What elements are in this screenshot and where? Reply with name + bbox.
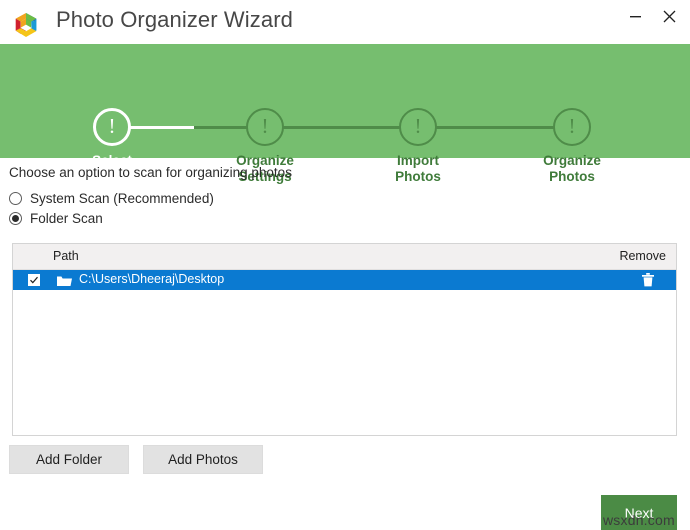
exclamation-glyph: ! [569, 116, 576, 137]
photo-organizer-wizard-window: Photo Organizer Wizard ! [0, 0, 690, 530]
wizard-stepper: ! Select Location ! Organize Settings ! … [0, 44, 690, 158]
radio-label-system-scan: System Scan (Recommended) [30, 191, 214, 206]
step-label-import-photos: Import Photos [343, 153, 493, 185]
window-controls [618, 0, 686, 32]
radio-option-folder-scan[interactable]: Folder Scan [9, 211, 103, 226]
exclamation-icon: ! [399, 108, 437, 146]
step-import-photos[interactable]: ! Import Photos [343, 108, 493, 185]
app-title: Photo Organizer Wizard [56, 7, 293, 33]
add-photos-button[interactable]: Add Photos [143, 445, 263, 474]
step-label-line1: Organize [497, 153, 647, 169]
column-header-path: Path [53, 249, 79, 263]
radio-checked-icon[interactable] [9, 212, 22, 225]
table-row[interactable]: C:\Users\Dheeraj\Desktop [13, 270, 676, 290]
step-label-line2: Photos [343, 169, 493, 185]
radio-option-system-scan[interactable]: System Scan (Recommended) [9, 191, 214, 206]
exclamation-icon: ! [246, 108, 284, 146]
next-button[interactable]: Next [601, 495, 677, 530]
exclamation-icon: ! [93, 108, 131, 146]
table-cell-path: C:\Users\Dheeraj\Desktop [79, 272, 224, 286]
column-header-remove: Remove [619, 249, 666, 263]
exclamation-glyph: ! [109, 116, 116, 137]
scan-option-prompt: Choose an option to scan for organizing … [9, 165, 292, 180]
radio-unchecked-icon[interactable] [9, 192, 22, 205]
add-folder-button[interactable]: Add Folder [9, 445, 129, 474]
path-list-header: Path Remove [13, 244, 676, 270]
hexagon-pinwheel-logo-icon [11, 10, 41, 40]
trash-icon[interactable] [642, 273, 654, 287]
folder-icon [57, 274, 72, 286]
step-organize-photos[interactable]: ! Organize Photos [497, 108, 647, 185]
step-label-line1: Import [343, 153, 493, 169]
exclamation-glyph: ! [415, 116, 422, 137]
step-label-organize-photos: Organize Photos [497, 153, 647, 185]
path-list-panel: Path Remove C:\Users\Dheeraj\Desktop [12, 243, 677, 436]
exclamation-glyph: ! [262, 116, 269, 137]
minimize-icon[interactable] [618, 1, 652, 31]
step-label-line2: Photos [497, 169, 647, 185]
title-bar: Photo Organizer Wizard [0, 0, 690, 44]
close-icon[interactable] [652, 1, 686, 31]
radio-label-folder-scan: Folder Scan [30, 211, 103, 226]
exclamation-icon: ! [553, 108, 591, 146]
checkbox-checked-icon[interactable] [28, 274, 40, 286]
